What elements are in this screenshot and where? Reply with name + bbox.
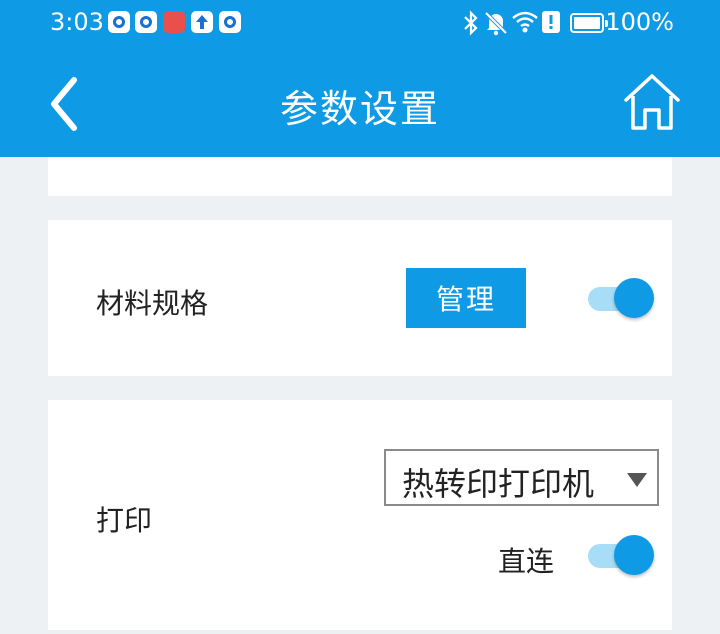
notification-app-icon <box>219 11 241 33</box>
notification-shop-icon <box>163 11 185 33</box>
notification-app-icon <box>135 11 157 33</box>
settings-card-top <box>48 157 672 196</box>
app-header: 3:03 100% 参数设置 <box>0 0 720 157</box>
upload-icon <box>191 11 213 33</box>
mute-bell-icon <box>484 11 508 36</box>
battery-percent: 100% <box>605 8 674 36</box>
status-bar: 3:03 100% <box>0 0 720 46</box>
battery-icon <box>570 13 608 33</box>
direct-connect-toggle[interactable] <box>588 533 656 577</box>
status-time: 3:03 <box>50 8 104 36</box>
print-label: 打印 <box>96 504 153 537</box>
home-icon <box>624 74 680 130</box>
notification-app-icon <box>108 11 130 33</box>
dropdown-arrow-icon <box>627 473 647 487</box>
bluetooth-icon <box>464 10 478 36</box>
wifi-icon <box>512 11 538 33</box>
printer-type-value: 热转印打印机 <box>402 465 595 503</box>
direct-connect-label: 直连 <box>498 545 555 578</box>
printer-type-select[interactable]: 热转印打印机 <box>384 449 659 506</box>
home-button[interactable] <box>620 70 684 134</box>
manage-button[interactable]: 管理 <box>406 268 526 328</box>
page-title: 参数设置 <box>279 87 440 131</box>
alert-icon <box>542 11 560 33</box>
material-toggle[interactable] <box>588 276 656 320</box>
material-spec-label: 材料规格 <box>96 287 209 320</box>
